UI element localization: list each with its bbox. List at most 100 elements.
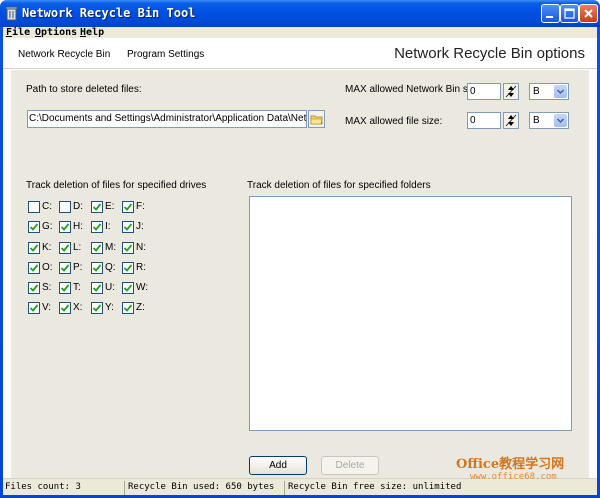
folders-list[interactable] xyxy=(249,196,572,431)
drive-label: I: xyxy=(105,221,111,232)
browse-button[interactable] xyxy=(308,110,325,128)
drive-label: Q: xyxy=(105,262,116,273)
max-file-size-spinner[interactable] xyxy=(503,112,519,129)
drive-label: C: xyxy=(42,201,52,212)
checkmark-icon xyxy=(92,284,102,292)
tab-network-recycle-bin[interactable]: Network Recycle Bin xyxy=(18,49,110,60)
checkmark-icon xyxy=(29,284,39,292)
minimize-icon xyxy=(546,16,553,18)
drive-label: N: xyxy=(136,242,146,253)
checkbox[interactable] xyxy=(91,201,103,213)
drive-label: L: xyxy=(73,242,82,253)
checkmark-icon xyxy=(92,304,102,312)
checkbox[interactable] xyxy=(122,262,134,274)
checkbox[interactable] xyxy=(28,201,40,213)
page-title: Network Recycle Bin options xyxy=(394,45,585,62)
checkbox[interactable] xyxy=(59,262,71,274)
maximize-button[interactable] xyxy=(560,4,579,23)
checkbox[interactable] xyxy=(91,282,103,294)
checkbox[interactable] xyxy=(59,201,71,213)
checkmark-icon xyxy=(29,244,39,252)
checkbox[interactable] xyxy=(122,282,134,294)
chevron-down-icon xyxy=(556,118,565,124)
checkbox[interactable] xyxy=(91,242,103,254)
max-bin-size-spinner[interactable] xyxy=(503,83,519,100)
checkbox[interactable] xyxy=(28,221,40,233)
checkbox[interactable] xyxy=(59,282,71,294)
menu-file[interactable]: File xyxy=(6,27,30,38)
max-file-size-input[interactable]: 0 xyxy=(467,112,501,129)
checkmark-icon xyxy=(92,264,102,272)
checkbox[interactable] xyxy=(122,221,134,233)
checkmark-icon xyxy=(29,223,39,231)
checkmark-icon xyxy=(29,304,39,312)
maximize-icon xyxy=(564,8,575,19)
checkmark-icon xyxy=(123,244,133,252)
checkmark-icon xyxy=(123,223,133,231)
checkbox[interactable] xyxy=(59,242,71,254)
checkmark-icon xyxy=(60,304,70,312)
checkmark-icon xyxy=(60,264,70,272)
max-bin-unit-select[interactable]: B xyxy=(529,83,569,100)
drive-label: X: xyxy=(73,302,83,313)
delete-button[interactable]: Delete xyxy=(321,456,379,475)
add-button[interactable]: Add xyxy=(249,456,307,475)
max-bin-unit-value: B xyxy=(533,86,540,97)
drive-label: S: xyxy=(42,282,52,293)
spin-arrows-icon xyxy=(505,85,517,98)
checkmark-icon xyxy=(92,223,102,231)
minimize-button[interactable] xyxy=(541,4,560,23)
title-bar[interactable]: Network Recycle Bin Tool xyxy=(0,0,600,27)
drive-label: P: xyxy=(73,262,83,273)
checkmark-icon xyxy=(60,223,70,231)
checkbox[interactable] xyxy=(122,201,134,213)
checkmark-icon xyxy=(92,244,102,252)
max-file-unit-select[interactable]: B xyxy=(529,112,569,129)
app-window: Network Recycle Bin Tool File Options He… xyxy=(0,0,600,498)
drive-label: V: xyxy=(42,302,52,313)
checkbox[interactable] xyxy=(28,302,40,314)
max-bin-label: MAX allowed Network Bin size: xyxy=(345,84,484,95)
path-input[interactable]: C:\Documents and Settings\Administrator\… xyxy=(27,110,307,128)
checkmark-icon xyxy=(29,264,39,272)
status-bin-used: Recycle Bin used: 650 bytes xyxy=(124,481,274,495)
status-files-count: Files count: 3 xyxy=(5,482,81,492)
watermark-brand: Office教程学习网 xyxy=(456,457,565,472)
path-label: Path to store deleted files: xyxy=(26,84,142,95)
checkbox[interactable] xyxy=(28,282,40,294)
max-file-unit-value: B xyxy=(533,115,540,126)
status-bin-free: Recycle Bin free size: unlimited xyxy=(284,481,461,495)
max-bin-size-input[interactable]: 0 xyxy=(467,83,501,100)
menu-bar: File Options Help xyxy=(3,27,597,38)
checkbox[interactable] xyxy=(91,221,103,233)
drive-label: M: xyxy=(105,242,117,253)
drive-label: G: xyxy=(42,221,53,232)
tab-program-settings[interactable]: Program Settings xyxy=(127,49,204,60)
checkbox[interactable] xyxy=(122,302,134,314)
menu-help[interactable]: Help xyxy=(80,27,104,38)
drive-label: Y: xyxy=(105,302,114,313)
menu-options[interactable]: Options xyxy=(35,27,77,38)
drive-label: W: xyxy=(136,282,149,293)
nav-header: Network Recycle Bin Program Settings Net… xyxy=(3,38,597,69)
checkbox[interactable] xyxy=(28,262,40,274)
checkmark-icon xyxy=(123,264,133,272)
drive-label: D: xyxy=(73,201,83,212)
drive-label: R: xyxy=(136,262,146,273)
chevron-down-icon xyxy=(556,89,565,95)
checkbox[interactable] xyxy=(28,242,40,254)
drive-label: Z: xyxy=(136,302,145,313)
drives-label: Track deletion of files for specified dr… xyxy=(26,180,207,191)
checkbox[interactable] xyxy=(91,262,103,274)
drive-label: U: xyxy=(105,282,115,293)
checkbox[interactable] xyxy=(91,302,103,314)
close-button[interactable] xyxy=(579,4,598,23)
checkbox[interactable] xyxy=(122,242,134,254)
checkbox[interactable] xyxy=(59,221,71,233)
close-icon xyxy=(584,9,593,18)
checkbox[interactable] xyxy=(59,302,71,314)
checkmark-icon xyxy=(123,284,133,292)
window-title: Network Recycle Bin Tool xyxy=(22,6,196,20)
drive-label: K: xyxy=(42,242,52,253)
drive-label: E: xyxy=(105,201,115,212)
